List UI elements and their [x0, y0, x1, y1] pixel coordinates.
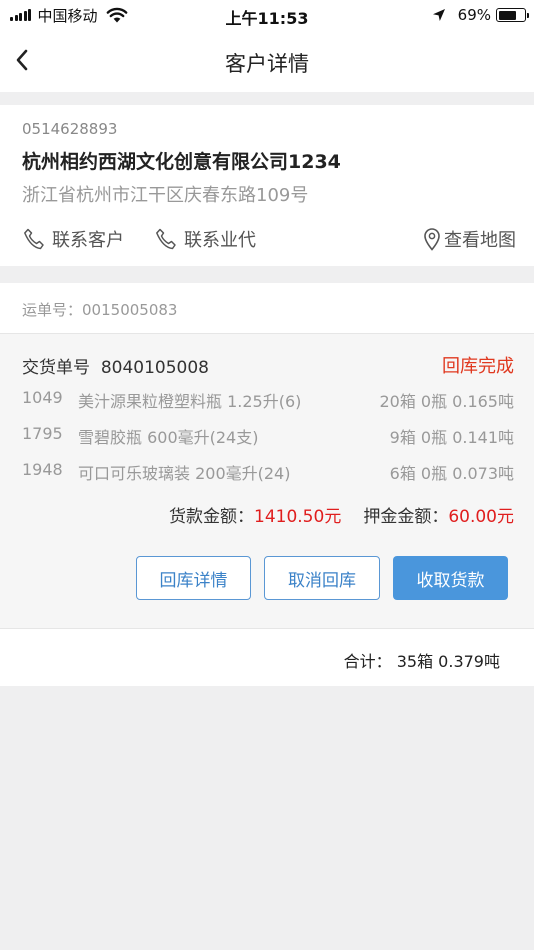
view-map-button[interactable]: 查看地图 [423, 225, 516, 253]
waybill-label: 运单号： [22, 301, 83, 319]
customer-address: 浙江省杭州市江干区庆春东路109号 [22, 185, 309, 206]
order-card: 运单号：0015005083 交货单号 8040105008 回库完成 1049… [0, 283, 534, 628]
map-pin-icon [424, 228, 440, 251]
contact-customer-label: 联系客户 [52, 230, 124, 251]
list-item: 1049 美汁源果粒橙塑料瓶 1.25升(6) 20箱 0瓶 0.165吨 [22, 388, 514, 412]
amounts: 货款金额：1410.50元 押金金额：60.00元 [169, 502, 514, 527]
phone-icon [156, 228, 176, 250]
item-quantity: 20箱 0瓶 0.165吨 [379, 392, 514, 411]
status-bar: 中国移动 上午11:53 69% [0, 0, 534, 30]
total-summary: 合计： 35箱 0.379吨 [344, 648, 500, 672]
phone-icon [24, 228, 44, 250]
payment-amount-value: 1410.50元 [254, 507, 342, 527]
delivery-number: 交货单号 8040105008 [22, 353, 209, 378]
battery-icon [496, 8, 529, 22]
total-bar: 合计： 35箱 0.379吨 [0, 628, 534, 686]
delivery-value: 8040105008 [100, 358, 209, 378]
location-arrow-icon [432, 9, 445, 21]
list-item: 1795 雪碧胶瓶 600毫升(24支) 9箱 0瓶 0.141吨 [22, 424, 514, 448]
total-value: 35箱 0.379吨 [396, 652, 500, 671]
deposit-amount-value: 60.00元 [448, 507, 514, 527]
status-badge: 回库完成 [442, 356, 514, 377]
nav-bar: 客户详情 [0, 30, 534, 92]
delivery-section: 交货单号 8040105008 回库完成 1049 美汁源果粒橙塑料瓶 1.25… [0, 334, 534, 628]
deposit-amount-label: 押金金额： [363, 507, 449, 527]
contact-customer-button[interactable]: 联系客户 [22, 225, 124, 253]
view-map-label: 查看地图 [444, 230, 516, 251]
item-quantity: 6箱 0瓶 0.073吨 [389, 464, 514, 483]
item-code: 1795 [22, 424, 63, 443]
item-quantity: 9箱 0瓶 0.141吨 [389, 428, 514, 447]
battery-level-fill [498, 10, 516, 20]
customer-phone: 0514628893 [22, 120, 118, 138]
collect-payment-button[interactable]: 收取货款 [393, 556, 508, 600]
page-title: 客户详情 [225, 52, 309, 76]
delivery-label: 交货单号 [22, 358, 90, 378]
battery-percent: 69% [457, 6, 491, 24]
waybill-value: 0015005083 [82, 301, 178, 319]
item-name: 雪碧胶瓶 600毫升(24支) [78, 428, 259, 447]
contact-agent-button[interactable]: 联系业代 [154, 225, 256, 253]
list-item: 1948 可口可乐玻璃装 200毫升(24) 6箱 0瓶 0.073吨 [22, 460, 514, 484]
item-name: 可口可乐玻璃装 200毫升(24) [78, 464, 291, 483]
total-label: 合计： [343, 652, 392, 671]
waybill-number: 运单号：0015005083 [22, 299, 177, 320]
return-detail-button[interactable]: 回库详情 [136, 556, 251, 600]
item-name: 美汁源果粒橙塑料瓶 1.25升(6) [78, 392, 302, 411]
item-code: 1948 [22, 460, 63, 479]
status-bar-right: 69% [432, 6, 529, 24]
contact-agent-label: 联系业代 [184, 230, 256, 251]
cancel-return-button[interactable]: 取消回库 [264, 556, 380, 600]
customer-name: 杭州相约西湖文化创意有限公司1234 [22, 151, 341, 173]
payment-amount-label: 货款金额： [169, 507, 255, 527]
customer-card: 0514628893 杭州相约西湖文化创意有限公司1234 浙江省杭州市江干区庆… [0, 105, 534, 266]
item-code: 1049 [22, 388, 63, 407]
